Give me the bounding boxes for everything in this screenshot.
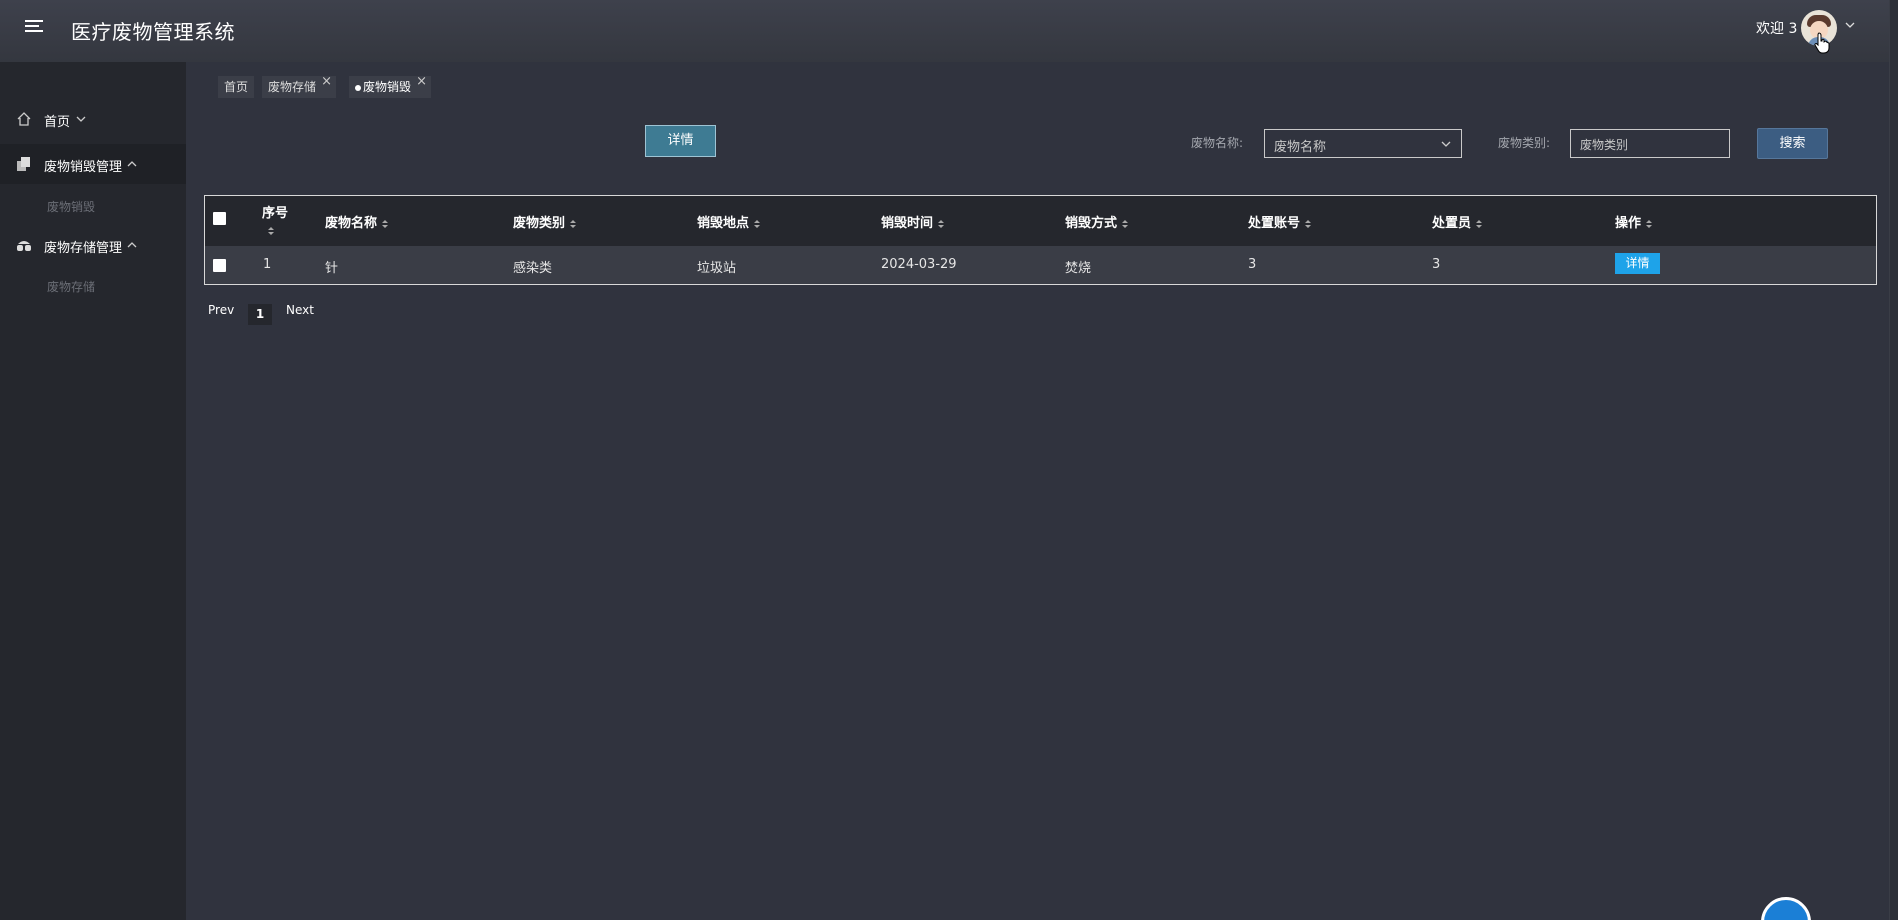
- tab-home[interactable]: 首页: [218, 76, 255, 98]
- sidebar: 首页 废物销毁管理 废物销毁 废物存储管理 废物存储: [0, 62, 186, 920]
- sort-icon[interactable]: [1645, 219, 1653, 229]
- cell-account: 3: [1248, 257, 1257, 272]
- waste-category-label: 废物类别:: [1498, 136, 1551, 150]
- cell-location: 垃圾站: [697, 261, 737, 276]
- sidebar-item-label: 废物存储管理: [44, 241, 123, 256]
- app-title: 医疗废物管理系统: [71, 20, 235, 44]
- cell-time: 2024-03-29: [881, 257, 957, 272]
- sidebar-item-label: 废物销毁管理: [44, 160, 123, 175]
- pointer-cursor-icon: [1814, 32, 1830, 54]
- sort-icon[interactable]: [753, 219, 761, 229]
- floating-action-button[interactable]: [1761, 897, 1811, 920]
- waste-name-label: 废物名称:: [1191, 136, 1244, 150]
- page-number-button[interactable]: 1: [248, 304, 272, 325]
- chevron-down-icon: [76, 116, 86, 122]
- cell-operator: 3: [1432, 257, 1441, 272]
- top-bar: 医疗废物管理系统 欢迎 3: [0, 0, 1898, 62]
- welcome-text: 欢迎 3: [1756, 21, 1798, 37]
- sort-icon[interactable]: [1121, 219, 1129, 229]
- chevron-down-icon[interactable]: [1845, 20, 1855, 30]
- sort-icon[interactable]: [1304, 219, 1312, 229]
- scrollbar[interactable]: [1889, 0, 1898, 920]
- cell-method: 焚烧: [1065, 261, 1092, 276]
- select-all-checkbox[interactable]: [213, 212, 226, 225]
- column-header-operator[interactable]: 处置员: [1432, 212, 1483, 231]
- sidebar-item-storage-management[interactable]: 废物存储管理: [0, 225, 186, 265]
- data-table: 序号 废物名称 废物类别 销毁地点 销毁时间 销毁方式 处置账号 处置员 操作 …: [204, 195, 1877, 285]
- cell-category: 感染类: [513, 261, 553, 276]
- tab-waste-destruction[interactable]: 废物销毁 ×: [349, 74, 432, 98]
- documents-icon: [17, 157, 30, 171]
- column-header-category[interactable]: 废物类别: [513, 212, 577, 231]
- select-value: 废物名称: [1274, 140, 1327, 155]
- tab-label: 首页: [224, 80, 249, 94]
- close-icon[interactable]: ×: [416, 71, 427, 93]
- column-header-action[interactable]: 操作: [1615, 212, 1653, 231]
- chevron-up-icon: [127, 242, 137, 248]
- row-checkbox[interactable]: [213, 259, 226, 272]
- chevron-down-icon: [1441, 141, 1451, 147]
- tab-label: 废物存储: [268, 80, 317, 94]
- table-row[interactable]: 1 针 感染类 垃圾站 2024-03-29 焚烧 3 3 详情: [205, 246, 1876, 284]
- close-icon[interactable]: ×: [321, 71, 332, 93]
- home-icon: [17, 112, 31, 126]
- sort-icon[interactable]: [1475, 219, 1483, 229]
- sidebar-item-label: 首页: [44, 115, 71, 130]
- column-header-index[interactable]: 序号: [262, 202, 288, 238]
- waste-name-select[interactable]: 废物名称: [1264, 129, 1462, 158]
- column-header-location[interactable]: 销毁地点: [697, 212, 761, 231]
- column-header-method[interactable]: 销毁方式: [1065, 212, 1129, 231]
- column-header-time[interactable]: 销毁时间: [881, 212, 945, 231]
- table-header: 序号 废物名称 废物类别 销毁地点 销毁时间 销毁方式 处置账号 处置员 操作: [205, 196, 1876, 246]
- sidebar-item-destruction-management[interactable]: 废物销毁管理: [0, 144, 186, 184]
- sidebar-subitem-destruction[interactable]: 废物销毁: [47, 198, 95, 215]
- sort-icon[interactable]: [937, 219, 945, 229]
- active-dot-icon: [355, 84, 361, 91]
- search-button[interactable]: 搜索: [1757, 128, 1828, 159]
- detail-button[interactable]: 详情: [645, 125, 716, 157]
- sort-icon[interactable]: [381, 219, 389, 229]
- column-header-account[interactable]: 处置账号: [1248, 212, 1312, 231]
- tab-waste-storage[interactable]: 废物存储 ×: [262, 74, 337, 98]
- chevron-up-icon: [127, 161, 137, 167]
- column-header-name[interactable]: 废物名称: [325, 212, 389, 231]
- tab-label: 废物销毁: [363, 80, 412, 94]
- hamburger-icon[interactable]: [25, 20, 43, 38]
- sidebar-item-home[interactable]: 首页: [0, 99, 186, 139]
- cell-index: 1: [263, 257, 272, 272]
- prev-page-button[interactable]: Prev: [208, 303, 234, 317]
- sort-icon[interactable]: [267, 226, 275, 236]
- sort-icon[interactable]: [569, 219, 577, 229]
- waste-category-input[interactable]: 废物类别: [1570, 129, 1730, 158]
- next-page-button[interactable]: Next: [286, 303, 314, 317]
- storage-icon: [17, 241, 31, 251]
- sidebar-subitem-storage[interactable]: 废物存储: [47, 278, 95, 295]
- row-detail-button[interactable]: 详情: [1615, 253, 1660, 274]
- cell-name: 针: [325, 261, 339, 276]
